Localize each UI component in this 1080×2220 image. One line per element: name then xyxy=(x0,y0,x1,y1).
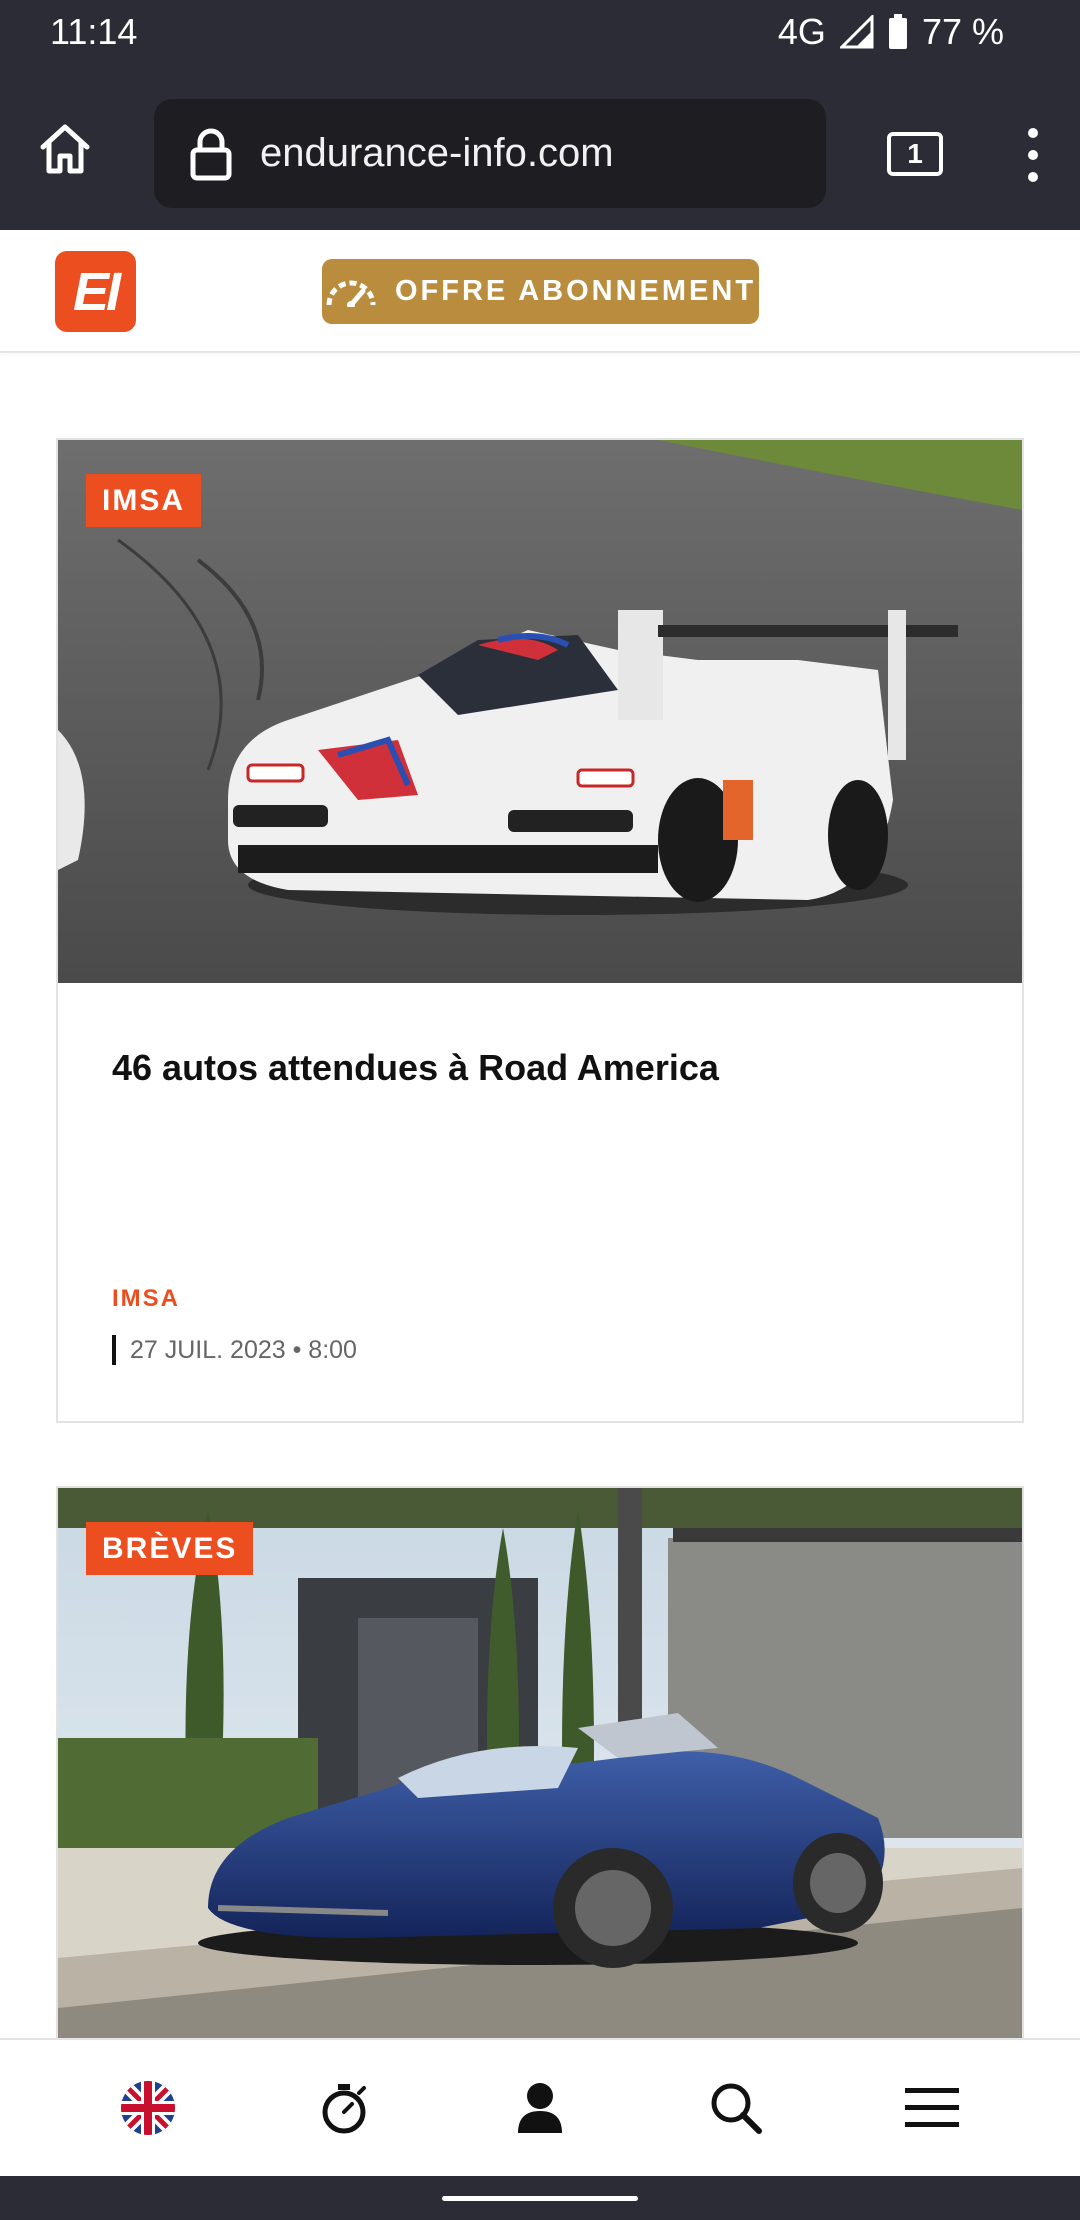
search-button[interactable] xyxy=(701,2073,771,2143)
lock-icon[interactable] xyxy=(186,124,236,184)
browser-menu-button[interactable] xyxy=(1016,124,1050,186)
site-header: EI OFFRE ABONNEMENT xyxy=(0,230,1080,353)
speedometer-icon xyxy=(326,280,376,307)
article-image[interactable]: BRÈVES xyxy=(58,1488,1022,2040)
subscribe-button[interactable]: OFFRE ABONNEMENT xyxy=(322,259,759,324)
browser-toolbar: endurance-info.com 1 xyxy=(0,64,1080,230)
article-title[interactable]: 46 autos attendues à Road America xyxy=(112,1047,719,1089)
home-button[interactable] xyxy=(34,118,96,180)
site-logo[interactable]: EI xyxy=(55,251,136,332)
article-card[interactable]: IMSA 46 autos attendues à Road America I… xyxy=(56,438,1024,1423)
menu-dot xyxy=(1028,172,1038,182)
account-button[interactable] xyxy=(505,2073,575,2143)
results-button[interactable] xyxy=(309,2073,379,2143)
tab-count: 1 xyxy=(907,138,923,169)
user-icon xyxy=(518,2083,562,2133)
signal-icon xyxy=(839,15,874,49)
menu-dot xyxy=(1028,128,1038,138)
article-category[interactable]: IMSA xyxy=(112,1285,180,1313)
status-time: 11:14 xyxy=(50,11,138,52)
menu-dot xyxy=(1028,150,1038,160)
stopwatch-icon xyxy=(322,2084,366,2134)
article-tag[interactable]: IMSA xyxy=(86,474,201,527)
tab-switcher-button[interactable]: 1 xyxy=(887,132,943,176)
status-indicators: 4G 77 % xyxy=(778,11,1004,53)
url-text[interactable]: endurance-info.com xyxy=(260,131,614,176)
uk-flag-icon xyxy=(121,2081,175,2135)
language-button[interactable] xyxy=(113,2073,183,2143)
search-icon xyxy=(711,2083,762,2134)
article-tag[interactable]: BRÈVES xyxy=(86,1522,254,1575)
article-image[interactable]: IMSA xyxy=(58,440,1022,983)
address-bar[interactable]: endurance-info.com xyxy=(154,99,826,208)
battery-level: 77 % xyxy=(921,11,1004,52)
menu-icon xyxy=(905,2088,959,2127)
logo-text: EI xyxy=(72,261,121,322)
menu-button[interactable] xyxy=(897,2073,967,2143)
subscribe-label: OFFRE ABONNEMENT xyxy=(394,275,757,307)
bottom-nav xyxy=(0,2038,1080,2176)
battery-icon xyxy=(888,14,908,50)
network-type: 4G xyxy=(777,11,826,52)
home-icon xyxy=(40,124,90,174)
gesture-handle[interactable] xyxy=(442,2196,638,2201)
article-date: 27 JUIL. 2023 • 8:00 xyxy=(112,1335,357,1365)
gesture-bar xyxy=(0,2176,1080,2220)
article-card[interactable]: BRÈVES xyxy=(56,1486,1024,2086)
status-bar: 11:14 4G 77 % xyxy=(0,0,1080,64)
